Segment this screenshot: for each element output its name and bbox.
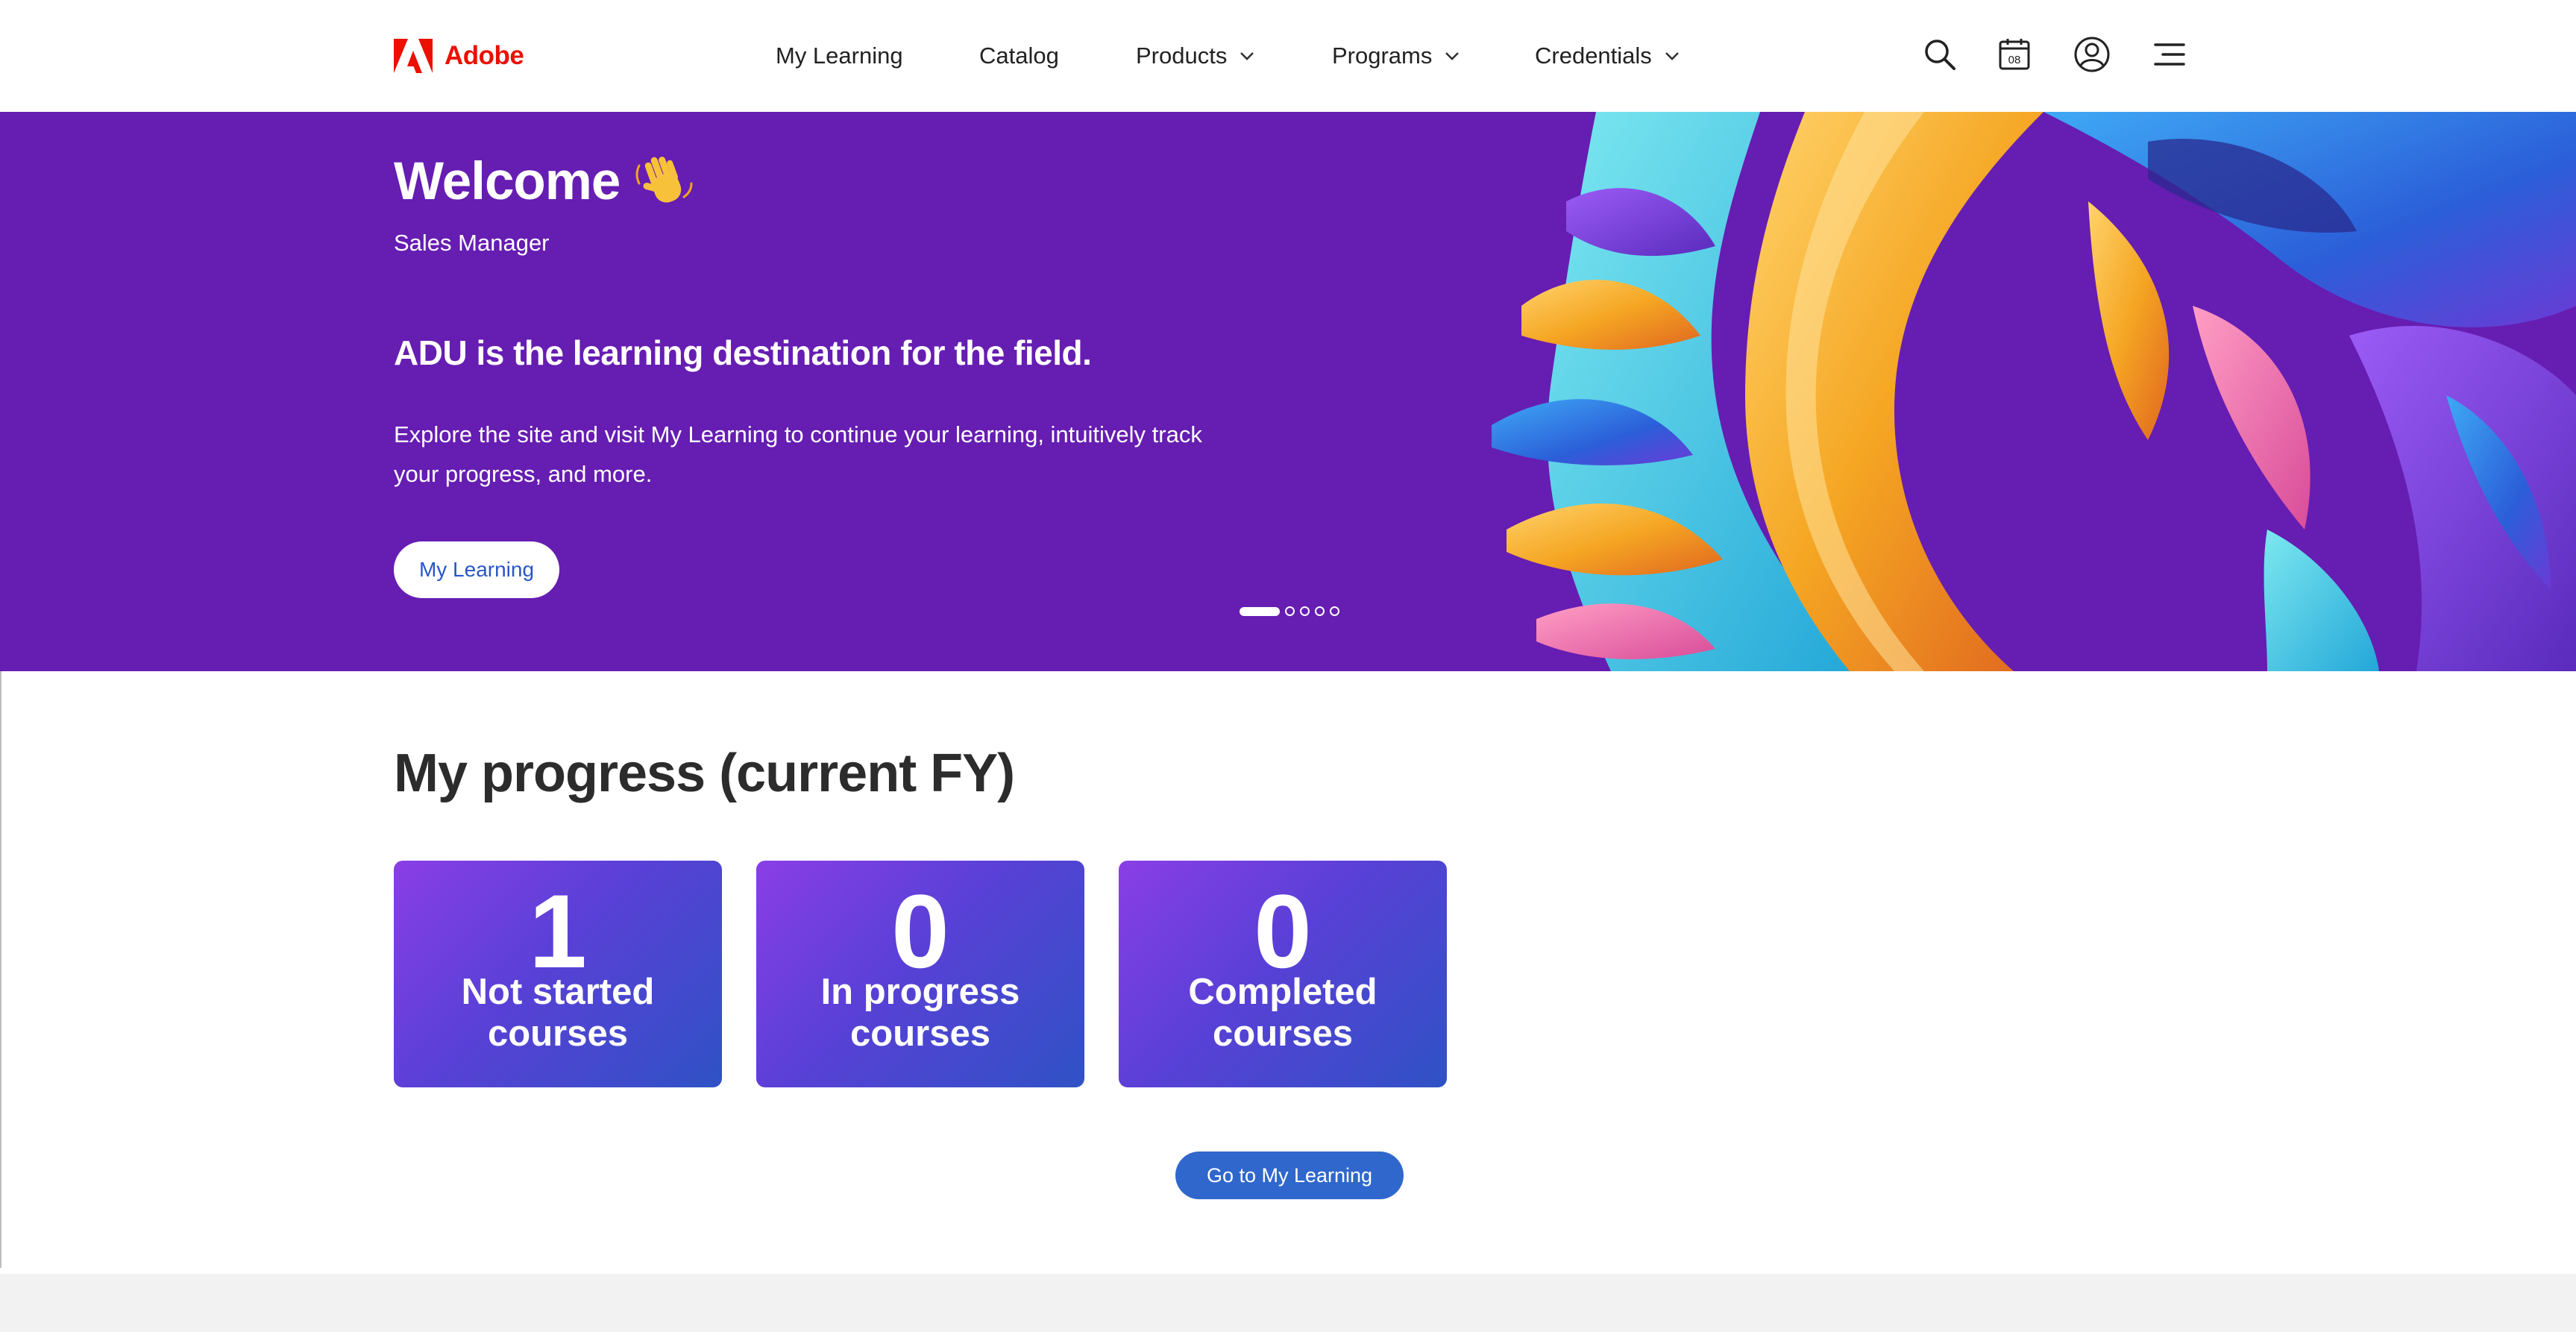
nav-catalog[interactable]: Catalog	[979, 39, 1059, 73]
brand-name: Adobe	[444, 41, 524, 70]
welcome-heading: Welcome	[394, 151, 694, 212]
menu-icon	[2154, 43, 2185, 66]
nav-my-learning[interactable]: My Learning	[776, 39, 903, 73]
hero-headline: ADU is the learning destination for the …	[394, 333, 1092, 372]
nav-label: Programs	[1332, 43, 1433, 69]
hero-banner: Welcome Sales Manager ADU is the learnin…	[0, 112, 2576, 671]
nav-label: Credentials	[1535, 43, 1652, 69]
completed-card[interactable]: 0 Completed courses	[1119, 861, 1447, 1087]
carousel-dot-4[interactable]	[1315, 606, 1325, 616]
nav-programs[interactable]: Programs	[1332, 39, 1460, 73]
search-icon	[1925, 40, 1955, 70]
adobe-logo-icon	[394, 39, 433, 73]
calendar-day: 08	[2008, 54, 2021, 66]
carousel-pagination	[1240, 606, 1339, 616]
carousel-dot-3[interactable]	[1300, 606, 1310, 616]
waving-hand-icon	[635, 157, 693, 203]
search-button[interactable]	[1918, 33, 1961, 76]
footer-strip	[0, 1274, 2576, 1332]
my-learning-button[interactable]: My Learning	[394, 541, 559, 598]
card-label: Not started courses	[394, 971, 722, 1055]
top-navigation: Adobe My Learning Catalog Products Progr…	[0, 0, 2576, 112]
user-role: Sales Manager	[394, 230, 550, 256]
chevron-down-icon	[1240, 52, 1254, 60]
in-progress-card[interactable]: 0 In progress courses	[756, 861, 1084, 1087]
card-label-line2: courses	[1213, 1014, 1353, 1054]
nav-label: Products	[1136, 43, 1228, 69]
progress-title: My progress (current FY)	[394, 744, 1015, 803]
account-icon	[2074, 37, 2110, 72]
adobe-home-link[interactable]: Adobe	[394, 39, 524, 73]
card-label: Completed courses	[1119, 971, 1447, 1055]
hero-description: Explore the site and visit My Learning t…	[394, 421, 1202, 487]
nav-credentials[interactable]: Credentials	[1535, 39, 1680, 73]
chevron-down-icon	[1445, 52, 1460, 60]
card-label-line2: courses	[488, 1014, 628, 1054]
menu-button[interactable]	[2148, 33, 2191, 76]
card-label-line1: In progress	[820, 972, 1020, 1012]
card-label: In progress courses	[756, 971, 1084, 1055]
calendar-button[interactable]: 08	[1993, 33, 2036, 76]
carousel-dot-2[interactable]	[1285, 606, 1295, 616]
nav-products[interactable]: Products	[1136, 39, 1255, 73]
calendar-icon: 08	[1999, 39, 2030, 70]
carousel-dot-1-active[interactable]	[1240, 606, 1280, 616]
card-label-line1: Completed	[1188, 972, 1377, 1012]
card-label-line2: courses	[850, 1014, 990, 1054]
carousel-dot-5[interactable]	[1330, 606, 1339, 616]
card-label-line1: Not started	[461, 972, 655, 1012]
not-started-card[interactable]: 1 Not started courses	[394, 861, 722, 1087]
chevron-down-icon	[1665, 52, 1679, 60]
nav-label: Catalog	[979, 43, 1059, 69]
nav-label: My Learning	[776, 43, 903, 69]
welcome-title: Welcome	[394, 151, 621, 211]
account-button[interactable]	[2070, 33, 2114, 76]
abstract-ribbons-image	[1477, 112, 2576, 671]
go-to-my-learning-button[interactable]: Go to My Learning	[1175, 1152, 1404, 1199]
